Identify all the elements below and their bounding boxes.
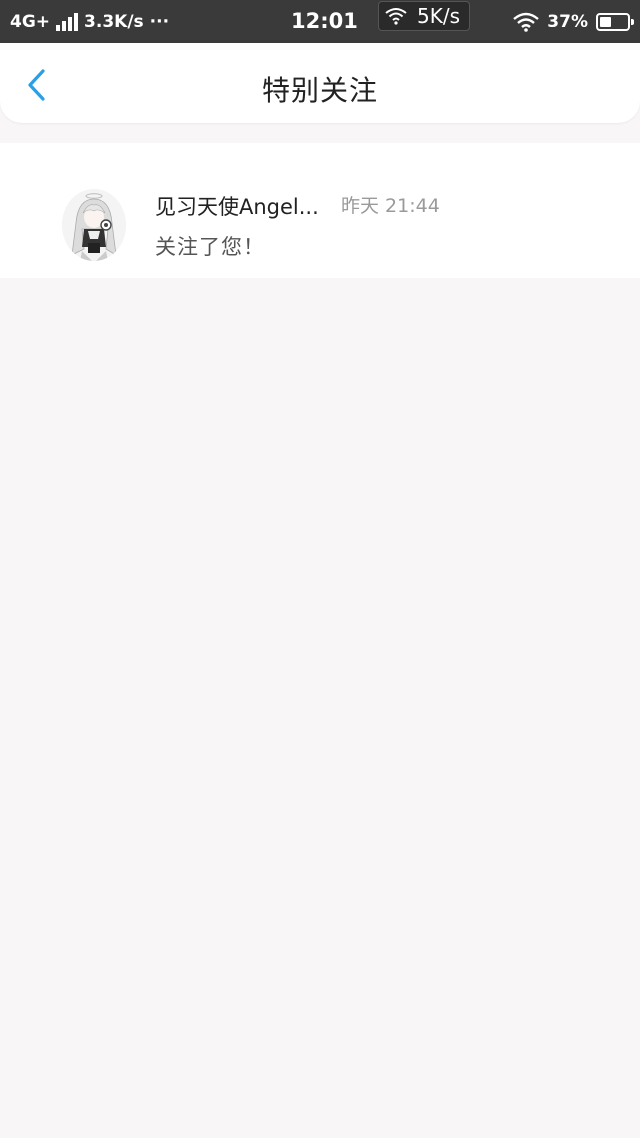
avatar-illustration xyxy=(62,189,126,261)
status-bar: 4G+ 3.3K/s ··· 12:01 5K/s 37% xyxy=(0,0,640,43)
header-bar: 特别关注 xyxy=(0,43,640,123)
notification-list: 见习天使Angel... 昨天 21:44 关注了您！ xyxy=(0,143,640,278)
notification-message: 关注了您！ xyxy=(155,235,265,259)
avatar[interactable] xyxy=(62,189,126,261)
user-name[interactable]: 见习天使Angel... xyxy=(155,191,319,221)
battery-icon xyxy=(596,13,634,31)
wifi-icon xyxy=(385,8,407,25)
clock: 12:01 xyxy=(291,9,358,33)
network-type: 4G+ xyxy=(10,12,51,32)
status-right: 37% xyxy=(513,10,634,34)
status-left: 4G+ 3.3K/s ··· xyxy=(10,10,169,34)
signal-icon xyxy=(56,13,79,31)
pill-speed: 5K/s xyxy=(417,4,460,28)
more-dots: ··· xyxy=(149,12,170,32)
battery-percent: 37% xyxy=(547,12,588,32)
list-item[interactable]: 见习天使Angel... 昨天 21:44 关注了您！ xyxy=(0,143,640,278)
page-title: 特别关注 xyxy=(261,74,378,107)
network-speed: 3.3K/s xyxy=(84,12,144,32)
speed-pill: 5K/s xyxy=(378,1,470,31)
timestamp: 昨天 21:44 xyxy=(341,195,440,217)
wifi-icon xyxy=(513,12,540,32)
